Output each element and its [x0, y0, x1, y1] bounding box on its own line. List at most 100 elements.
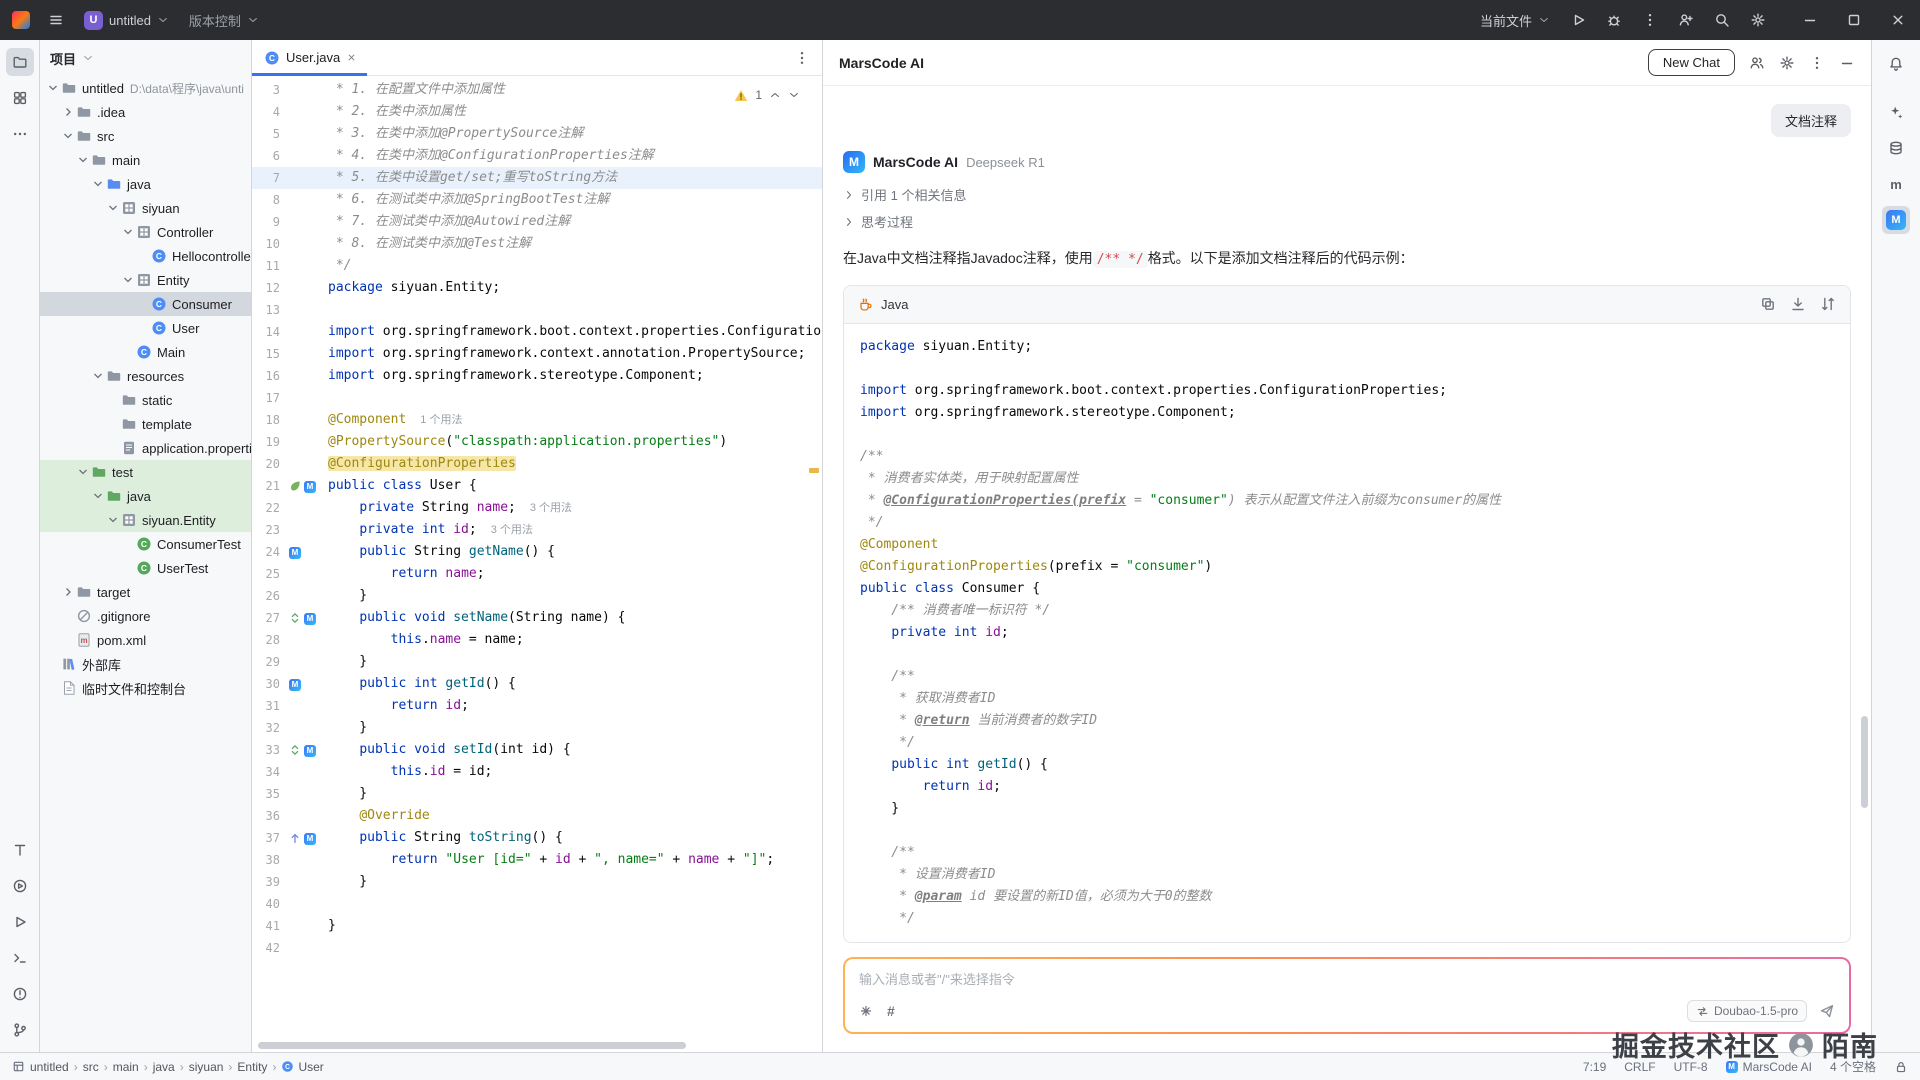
tree-item-siyuan[interactable]: siyuan	[40, 196, 251, 220]
code-line[interactable]: 23 private int id;3 个用法	[252, 519, 822, 541]
maven-icon[interactable]: m	[1882, 170, 1910, 198]
tree-item-main[interactable]: main	[40, 148, 251, 172]
terminal-icon[interactable]	[6, 944, 34, 972]
tree-item-user[interactable]: CUser	[40, 316, 251, 340]
chevron-down-icon[interactable]	[91, 490, 105, 502]
insert-code-icon[interactable]	[1790, 296, 1806, 312]
send-button[interactable]	[1819, 1003, 1835, 1019]
code-line[interactable]: 7 * 5. 在类中设置get/set;重写toString方法	[252, 167, 822, 189]
chevron-down-icon[interactable]	[46, 82, 60, 94]
code-with-me-button[interactable]	[1670, 7, 1702, 33]
code-line[interactable]: 8 * 6. 在测试类中添加@SpringBootTest注解	[252, 189, 822, 211]
context-icon[interactable]: #	[887, 1003, 895, 1019]
usage-hint[interactable]: 1 个用法	[420, 414, 462, 426]
code-line[interactable]: 18@Component1 个用法	[252, 409, 822, 431]
tree-item-siyuan-entity[interactable]: siyuan.Entity	[40, 508, 251, 532]
updown-gutter-icon[interactable]	[289, 612, 301, 624]
code-line[interactable]: 22 private String name;3 个用法	[252, 497, 822, 519]
tree-item-entity[interactable]: Entity	[40, 268, 251, 292]
chevron-right-icon[interactable]	[61, 106, 75, 118]
code-line[interactable]: 40	[252, 893, 822, 915]
tree-item-item[interactable]: 外部库	[40, 652, 251, 676]
code-line[interactable]: 17	[252, 387, 822, 409]
chevron-right-icon[interactable]	[61, 586, 75, 598]
code-line[interactable]: 11 */	[252, 255, 822, 277]
references-toggle[interactable]: 引用 1 个相关信息	[843, 185, 1851, 204]
sessions-icon[interactable]	[1749, 55, 1765, 71]
project-icon[interactable]	[6, 48, 34, 76]
window-minimize-button[interactable]	[1788, 0, 1832, 40]
code-line[interactable]: 19@PropertySource("classpath:application…	[252, 431, 822, 453]
tab-close-icon[interactable]	[346, 52, 357, 63]
code-line[interactable]: 35 }	[252, 783, 822, 805]
code-line[interactable]: 37M public String toString() {	[252, 827, 822, 849]
next-issue-icon[interactable]	[788, 89, 800, 101]
tree-item-pom-xml[interactable]: mpom.xml	[40, 628, 251, 652]
copy-code-icon[interactable]	[1760, 296, 1776, 312]
chevron-down-icon[interactable]	[121, 274, 135, 286]
tree-item-application-properties[interactable]: application.properties	[40, 436, 251, 460]
code-line[interactable]: 38 return "User [id=" + id + ", name=" +…	[252, 849, 822, 871]
code-line[interactable]: 36 @Override	[252, 805, 822, 827]
prev-issue-icon[interactable]	[769, 89, 781, 101]
database-icon[interactable]	[1882, 134, 1910, 162]
breadcrumb-untitled[interactable]: untitled	[30, 1060, 69, 1074]
horizontal-scrollbar[interactable]	[258, 1042, 686, 1049]
main-menu-button[interactable]	[40, 7, 72, 33]
override-gutter-icon[interactable]	[289, 832, 301, 844]
chat-scrollbar[interactable]	[1861, 716, 1868, 808]
chevron-down-icon[interactable]	[91, 370, 105, 382]
code-line[interactable]: 10 * 8. 在测试类中添加@Test注解	[252, 233, 822, 255]
code-line[interactable]: 39 }	[252, 871, 822, 893]
version-control-icon[interactable]	[6, 1016, 34, 1044]
structure-icon[interactable]	[6, 84, 34, 112]
chat-minimize-icon[interactable]	[1839, 55, 1855, 71]
tree-item-item[interactable]: 临时文件和控制台	[40, 676, 251, 700]
code-line[interactable]: 32 }	[252, 717, 822, 739]
ai-assistant-icon[interactable]	[1882, 98, 1910, 126]
ai-gutter-icon[interactable]: M	[304, 607, 316, 629]
chevron-down-icon[interactable]	[76, 154, 90, 166]
services-icon[interactable]	[6, 872, 34, 900]
new-chat-button[interactable]: New Chat	[1648, 49, 1735, 76]
code-line[interactable]: 30M public int getId() {	[252, 673, 822, 695]
project-panel-title[interactable]: 项目	[50, 49, 76, 68]
breadcrumb-user[interactable]: CUser	[281, 1060, 323, 1074]
tree-item-untitled[interactable]: untitledD:\data\程序\java\unti	[40, 76, 251, 100]
chat-more-icon[interactable]	[1809, 55, 1825, 71]
lock-icon[interactable]	[1894, 1060, 1908, 1074]
tree-item-java[interactable]: java	[40, 484, 251, 508]
code-line[interactable]: 14import org.springframework.boot.contex…	[252, 321, 822, 343]
breadcrumb-entity[interactable]: Entity	[237, 1060, 267, 1074]
commands-icon[interactable]	[859, 1004, 873, 1018]
code-line[interactable]: 13	[252, 299, 822, 321]
editor-tab-user-java[interactable]: C User.java	[252, 40, 367, 76]
tree-item-hellocontroller[interactable]: CHellocontroller	[40, 244, 251, 268]
ai-gutter-icon[interactable]: M	[304, 475, 316, 497]
tree-item-controller[interactable]: Controller	[40, 220, 251, 244]
project-widget[interactable]: U untitled	[76, 6, 177, 35]
window-close-button[interactable]	[1876, 0, 1920, 40]
tree-item-test[interactable]: test	[40, 460, 251, 484]
ai-gutter-icon[interactable]: M	[304, 739, 316, 761]
chat-settings-icon[interactable]	[1779, 55, 1795, 71]
more-actions-button[interactable]	[1634, 7, 1666, 33]
code-line[interactable]: 21Mpublic class User {	[252, 475, 822, 497]
chevron-down-icon[interactable]	[106, 202, 120, 214]
run-icon[interactable]	[6, 908, 34, 936]
breadcrumb-java[interactable]: java	[153, 1060, 175, 1074]
code-line[interactable]: 29 }	[252, 651, 822, 673]
ai-gutter-icon[interactable]: M	[289, 673, 301, 695]
tree-item-static[interactable]: static	[40, 388, 251, 412]
chat-input-box[interactable]: 输入消息或者"/"来选择指令 # Doubao-1.5-pro	[843, 957, 1851, 1034]
tree-item-idea[interactable]: .idea	[40, 100, 251, 124]
tree-item-gitignore[interactable]: .gitignore	[40, 604, 251, 628]
settings-button[interactable]	[1742, 7, 1774, 33]
problems-icon[interactable]	[6, 980, 34, 1008]
more-tools-icon[interactable]	[6, 120, 34, 148]
usage-hint[interactable]: 3 个用法	[491, 524, 533, 536]
code-editor[interactable]: 3 * 1. 在配置文件中添加属性4 * 2. 在类中添加属性5 * 3. 在类…	[252, 76, 822, 1052]
chevron-down-icon[interactable]	[91, 178, 105, 190]
breadcrumb-siyuan[interactable]: siyuan	[189, 1060, 224, 1074]
code-line[interactable]: 24M public String getName() {	[252, 541, 822, 563]
